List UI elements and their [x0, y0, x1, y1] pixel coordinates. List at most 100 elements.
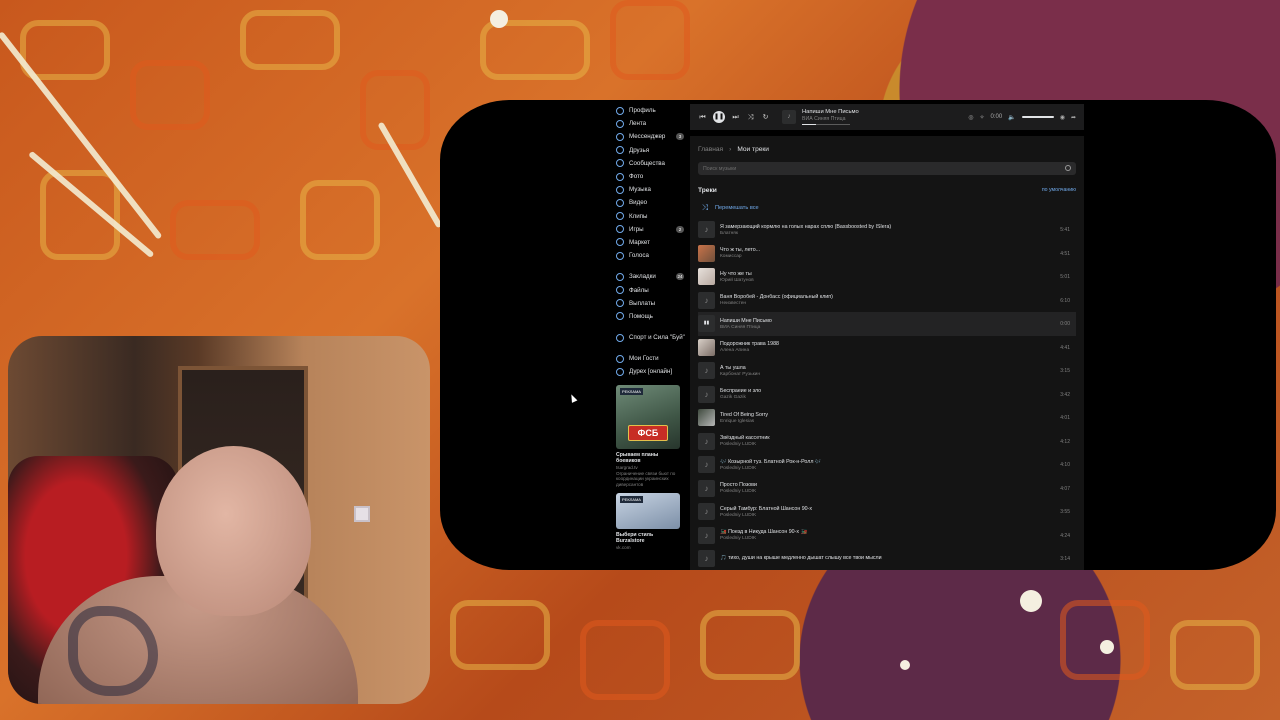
track-row[interactable]: ♪ Беспраеие и зло Gazik Gazik 3:42 [698, 383, 1076, 407]
track-artist[interactable]: Posledniy LUDIK [720, 466, 1068, 471]
nav-item[interactable]: Выплаты [616, 297, 686, 310]
track-row[interactable]: Что ж ты, лето... Комиссар 4:51 [698, 242, 1076, 266]
nav-item[interactable]: Сообщества [616, 157, 686, 170]
track-cover[interactable] [698, 268, 715, 286]
nav-item[interactable]: Маркет [616, 236, 686, 249]
track-row[interactable]: ♪ 🎶 Козырной туз. Блатной Рок-н-Ролл 🎶 Pos… [698, 453, 1076, 477]
nav-app-durex[interactable]: Дурех [онлайн] [616, 365, 686, 378]
track-list: ♪ Я замерзающий кормлю на голых нарах спл… [698, 218, 1076, 570]
nav-item[interactable]: Видео [616, 196, 686, 209]
track-row[interactable]: ♪ 🚂 Поезд в Никуда Шансон 90-х 🚂 Posledniy… [698, 524, 1076, 548]
music-search-input[interactable]: Поиск музыки [698, 162, 1076, 175]
track-row[interactable]: ♪ Просто Позови Posledniy LUDIK 4:07 [698, 477, 1076, 501]
music-note-icon[interactable]: ♪ [698, 221, 715, 239]
nav-item[interactable]: Мессенджер 3 [616, 130, 686, 143]
track-row[interactable]: Подорожник трава 1988 Алена Апина 4:41 [698, 336, 1076, 360]
nav-item[interactable]: Лента [616, 117, 686, 130]
track-row[interactable]: ♪ А ты ушла Карбонат Рузькин 3:15 [698, 359, 1076, 383]
music-note-icon[interactable]: ♪ [698, 526, 715, 544]
track-cover[interactable] [698, 338, 715, 356]
music-note-icon[interactable]: ♪ [698, 479, 715, 497]
nav-app-guests[interactable]: Мои Гости [616, 352, 686, 365]
nav-item[interactable]: Игры 2 [616, 223, 686, 236]
nav-group-sport[interactable]: Спорт и Сила "Буй" [616, 331, 686, 344]
track-artist[interactable]: Неизвестен [720, 301, 1068, 306]
prev-track-button[interactable]: ⏮ [698, 113, 707, 122]
track-row[interactable]: ♪ Ваня Воробей - Донбасс (официальный кли… [698, 289, 1076, 313]
breadcrumb-home[interactable]: Главная [698, 146, 723, 153]
ad-title: Срываем планы боевиков [616, 451, 659, 464]
music-note-icon[interactable]: ♪ [698, 503, 715, 521]
music-note-icon[interactable]: ♪ [698, 432, 715, 450]
share-icon[interactable]: ➦ [1071, 114, 1076, 121]
nav-item[interactable]: Клипы [616, 210, 686, 223]
nav-item[interactable]: Голоса [616, 249, 686, 262]
ad-block-1[interactable]: РЕКЛАМА ФСБ Срываем планы боевиков tsarg… [616, 384, 682, 488]
pause-button[interactable]: ❚❚ [713, 111, 725, 123]
search-icon[interactable] [1065, 165, 1071, 171]
track-row[interactable]: ♪ Серый Тамбур: Блатной Шансон 90-х Posled… [698, 500, 1076, 524]
player-artist[interactable]: ВИА Синяя Птица [802, 116, 922, 122]
track-title: Напиши Мне Письмо [720, 317, 772, 324]
nav-item[interactable]: Музыка [616, 183, 686, 196]
track-row[interactable]: Ну что же ты Юрий Шатунов 5:01 [698, 265, 1076, 289]
track-cover[interactable] [698, 244, 715, 262]
music-note-icon[interactable]: ♪ [698, 385, 715, 403]
track-duration: 4:12 [1060, 438, 1070, 445]
broadcast-icon[interactable]: ◎ [968, 114, 973, 121]
now-playing-icon[interactable]: ▮▮ [698, 315, 715, 333]
player-title: Напиши Мне Письмо [802, 108, 859, 115]
track-artist[interactable]: Комиссар [720, 254, 1068, 259]
music-note-icon[interactable]: ♪ [698, 291, 715, 309]
track-row[interactable]: ♪ 🎵 тихо, души на крыше медленно дышат сл… [698, 547, 1076, 570]
track-duration: 5:41 [1060, 227, 1070, 233]
nav-item-label: Друзья [629, 146, 650, 154]
track-row[interactable]: Tired Of Being Sorry Enrique Iglesias 4:01 [698, 406, 1076, 430]
track-artist[interactable]: Карбонат Рузькин [720, 372, 1068, 377]
nav-item[interactable]: Файлы [616, 283, 686, 296]
track-artist[interactable]: Posledniy LUDIK [720, 536, 1068, 541]
nav-item[interactable]: Профиль [616, 104, 686, 117]
track-row[interactable]: ♪ Звёздный кассетник Posledniy LUDIK 4:12 [698, 430, 1076, 454]
track-row[interactable]: ▮▮ Напиши Мне Письмо ВИА Синяя Птица 0:00 [698, 312, 1076, 336]
shuffle-button[interactable]: ⤨ [746, 113, 755, 122]
sort-dropdown[interactable]: по умолчанию [1042, 187, 1076, 193]
shuffle-all-button[interactable]: ⤨ Перемешать все [698, 201, 1076, 215]
recommend-icon[interactable]: ✧ [980, 114, 985, 121]
track-meta: Ну что же ты Юрий Шатунов [720, 271, 1068, 283]
music-page: Главная › Мои треки Поиск музыки Треки п… [690, 136, 1084, 570]
volume-icon[interactable]: 🔈 [1008, 114, 1015, 121]
paint-splat [490, 10, 508, 28]
app-icon [616, 354, 624, 363]
music-note-icon[interactable]: ♪ [698, 456, 715, 474]
track-artist[interactable]: Блатняк [720, 231, 1068, 236]
nav-item[interactable]: Друзья [616, 144, 686, 157]
track-cover[interactable] [698, 409, 715, 427]
track-title: Tired Of Being Sorry [720, 411, 769, 418]
volume-slider[interactable] [1021, 116, 1054, 118]
video-icon [616, 198, 624, 207]
next-track-button[interactable]: ⏭ [731, 113, 740, 122]
ad-block-2[interactable]: РЕКЛАМА Выбери стиль Burzalstore vk.com [616, 493, 682, 550]
track-artist[interactable]: Posledniy LUDIK [720, 489, 1068, 494]
track-artist[interactable]: Алена Апина [720, 348, 1068, 353]
music-note-icon[interactable]: ♪ [698, 362, 715, 380]
audio-output-icon[interactable]: ◉ [1060, 114, 1065, 121]
track-artist[interactable]: Enrique Iglesias [720, 419, 1068, 424]
music-icon [616, 185, 624, 194]
nav-item[interactable]: Фото [616, 170, 686, 183]
repeat-button[interactable]: ↻ [761, 113, 770, 122]
track-artist[interactable]: ВИА Синяя Птица [720, 325, 1068, 330]
music-note-icon[interactable]: ♪ [698, 550, 715, 568]
track-artist[interactable]: Posledniy LUDIK [720, 513, 1068, 518]
player-progress[interactable] [802, 123, 850, 126]
nav-counter-badge: 24 [676, 273, 684, 281]
track-row[interactable]: ♪ Я замерзающий кормлю на голых нарах спл… [698, 218, 1076, 242]
track-artist[interactable]: Posledniy LUDIK [720, 442, 1068, 447]
ad-source: tsargrad.tv [616, 464, 638, 470]
track-artist[interactable]: Юрий Шатунов [720, 278, 1068, 283]
track-artist[interactable]: Gazik Gazik [720, 395, 1068, 400]
nav-item[interactable]: Закладки 24 [616, 270, 686, 283]
nav-item[interactable]: Помощь [616, 310, 686, 323]
nav-counter-badge: 3 [676, 133, 684, 141]
